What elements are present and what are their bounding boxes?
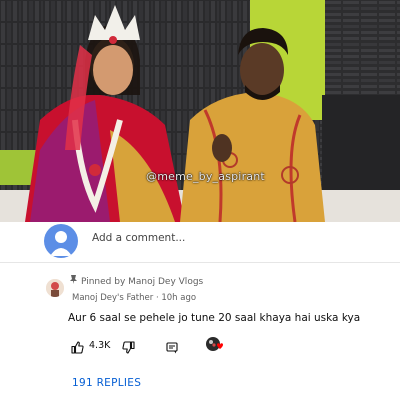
pin-icon: [70, 275, 77, 287]
user-avatar-icon: [44, 224, 78, 258]
add-comment-input[interactable]: Add a comment...: [92, 232, 185, 244]
thumbs-up-icon[interactable]: [71, 339, 84, 354]
comment-meta: Manoj Dey's Father · 10h ago: [72, 293, 196, 303]
comment-time[interactable]: 10h ago: [161, 293, 196, 303]
creator-heart-icon[interactable]: [205, 336, 225, 354]
view-replies-link[interactable]: 191 REPLIES: [72, 377, 141, 389]
video-watermark: @meme_by_aspirant: [146, 170, 265, 183]
comment-body: Aur 6 saal se pehele jo tune 20 saal kha…: [68, 312, 361, 324]
like-count: 4.3K: [89, 340, 111, 351]
comment-author[interactable]: Manoj Dey's Father: [72, 293, 153, 303]
video-still-image: [0, 0, 400, 222]
pinned-label: Pinned by Manoj Dey Vlogs: [70, 275, 203, 287]
pinned-by-text: Pinned by Manoj Dey Vlogs: [81, 277, 204, 287]
reply-icon[interactable]: [166, 339, 178, 354]
commenter-avatar[interactable]: [46, 279, 64, 297]
video-frame[interactable]: [0, 0, 400, 222]
thumbs-down-icon[interactable]: [122, 339, 135, 354]
